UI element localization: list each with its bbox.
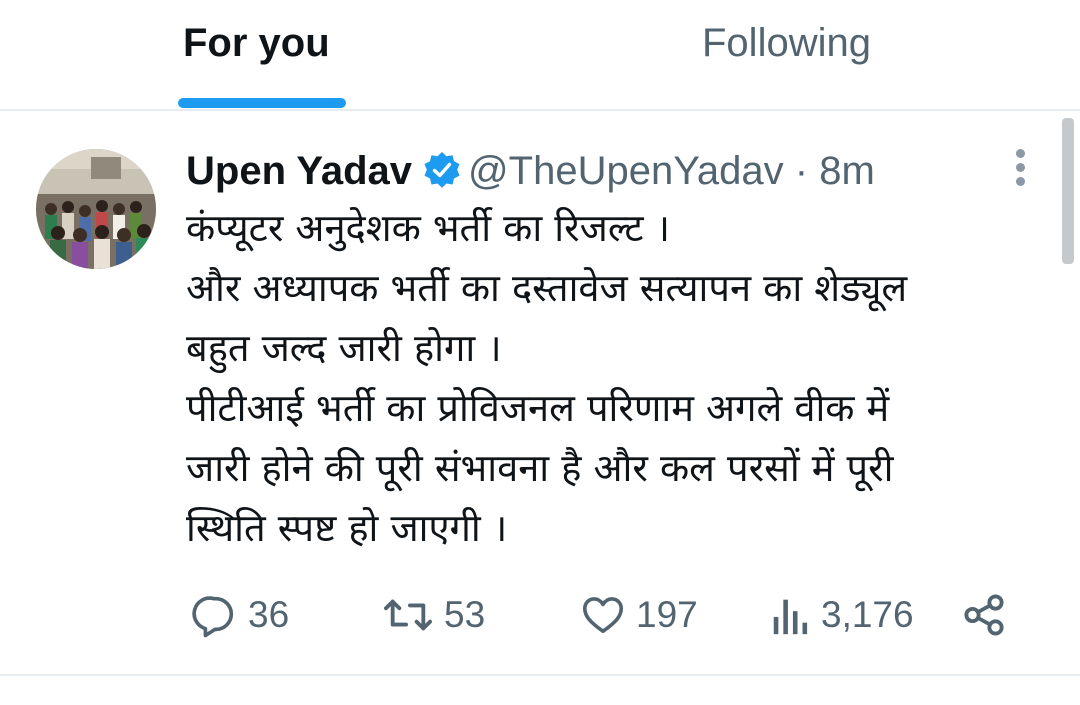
tweet-text-line: स्थिति स्पष्ट हो जाएगी । [186,506,508,550]
reply-icon [192,596,234,638]
tweet-text-line: जारी होने की पूरी संभावना है और कल परसों… [186,446,894,490]
share-button[interactable] [961,587,1007,643]
like-count: 197 [636,594,698,635]
tab-for-you[interactable]: For you [183,18,330,78]
timeline-tabs: For you Following [0,0,1080,111]
header-separator: · [794,149,809,193]
retweet-count: 53 [444,594,486,635]
avatar[interactable] [36,149,156,269]
active-tab-indicator [178,98,346,108]
views-count: 3,176 [821,594,914,635]
retweet-icon [384,599,432,631]
reply-button[interactable]: 36 [192,587,289,643]
author-name[interactable]: Upen Yadav [186,149,412,193]
share-icon [964,594,1004,636]
more-options-icon[interactable] [1006,147,1034,187]
verified-badge-icon [422,149,462,189]
retweet-button[interactable]: 53 [382,587,485,643]
tweet-text: कंप्यूटर अनुदेशक भर्ती का रिजल्ट । और अध… [186,198,1036,558]
tweet[interactable]: Upen Yadav @TheUpenYadav · 8m कंप्यूटर अन… [0,113,1080,673]
views-icon [773,599,808,635]
tweet-text-line: बहुत जल्द जारी होगा । [186,326,502,370]
avatar-photo [36,149,156,269]
heart-icon [582,597,624,634]
tab-following[interactable]: Following [702,18,871,78]
like-button[interactable]: 197 [580,587,698,643]
tweet-actions: 36 53 197 3,176 [186,587,1036,643]
tweet-text-line: पीटीआई भर्ती का प्रोविजनल परिणाम अगले वी… [186,386,890,430]
author-handle[interactable]: @TheUpenYadav [468,149,784,193]
tweet-header: Upen Yadav @TheUpenYadav · 8m [186,143,875,199]
scrollbar-thumb[interactable] [1062,118,1074,264]
tweet-timestamp[interactable]: 8m [819,149,875,193]
tweet-text-line: कंप्यूटर अनुदेशक भर्ती का रिजल्ट । [186,206,671,250]
reply-count: 36 [248,594,290,635]
tweet-divider [0,674,1080,676]
views-button[interactable]: 3,176 [771,587,914,643]
tweet-text-line: और अध्यापक भर्ती का दस्तावेज सत्यापन का … [186,266,908,310]
